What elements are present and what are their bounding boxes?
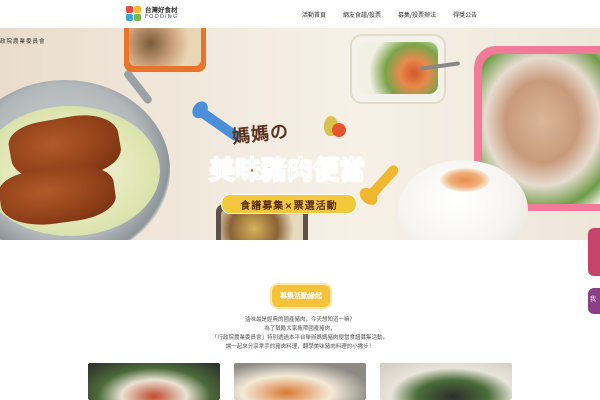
hero-subtitle: 食譜募集×票選活動 [240,200,338,212]
section-badge: 募集活動緣起 [272,285,330,307]
description-line: 「行政院農業委員會」特別透過本平台舉辦媽媽豬肉便當食譜募集活動， [211,335,388,341]
site-logo[interactable]: 台灣好食材 FOODING [126,6,178,22]
recipe-thumbnail[interactable] [380,363,512,400]
description-line: 為了鼓勵大家攜帶國產豬肉， [264,326,336,332]
hero-banner: 政院農業委員會 媽媽の 美味豬肉便當 食譜募集×票選活動 [0,28,600,240]
logo-mark-icon [126,6,142,22]
hero-subtitle-pill: 食譜募集×票選活動 [221,194,357,214]
side-tab-label: 我 [590,296,597,303]
hero-title-part-b: 豬肉便當 [261,156,366,187]
nav-rules[interactable]: 募集/投票辦法 [398,10,436,19]
side-floating-tab-me[interactable]: 我 [588,288,600,314]
main-nav: 活動首頁 網友食譜/投票 募集/投票辦法 得獎公告 [300,10,494,19]
nav-winners[interactable]: 得獎公告 [453,10,477,19]
side-floating-tab[interactable] [588,228,600,276]
rice-topping-image [440,168,490,192]
recipe-thumbnail[interactable] [88,363,220,400]
recipe-thumbnail[interactable] [234,363,366,400]
logo-text-cn: 台灣好食材 [145,6,178,14]
spoon-yellow-icon [363,163,401,203]
tomato-icon [332,123,346,137]
council-label: 政院農業委員會 [0,39,46,45]
section-description: 滷味最是經典的國產豬肉，今天想知道一嘛？ 為了鼓勵大家攜帶國產豬肉， 「行政院農… [150,316,450,352]
logo-text-en: FOODING [145,14,179,20]
lunchbox-orange-image [124,28,206,72]
hero-title-part-a: 美味 [208,156,262,187]
section-badge-label: 募集活動緣起 [280,292,322,300]
description-line: 讓一起來分享拿手的豬肉料理，翻學美味豬肉料理的小撇步！ [225,344,375,350]
nav-home[interactable]: 活動首頁 [302,10,326,19]
hero-title: 美味豬肉便當 [208,150,366,187]
description-line: 滷味最是經典的國產豬肉，今天想知道一嘛？ [244,317,355,323]
top-header: 台灣好食材 FOODING 活動首頁 網友食譜/投票 募集/投票辦法 得獎公告 [0,0,600,28]
nav-recipes-vote[interactable]: 網友食譜/投票 [343,10,381,19]
hero-title-top: 媽媽の [231,121,291,148]
